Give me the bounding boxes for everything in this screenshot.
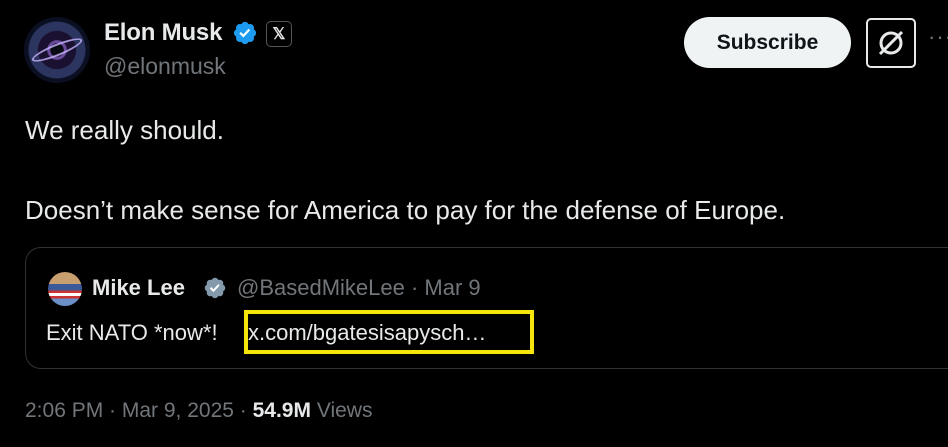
tweet-text-line-2: Doesn’t make sense for America to pay fo… xyxy=(25,195,786,225)
author-avatar[interactable] xyxy=(24,17,90,83)
views-label: Views xyxy=(310,399,373,422)
quoted-handle-date: @BasedMikeLee · Mar 9 xyxy=(237,275,481,300)
quoted-verified-badge-icon xyxy=(204,277,226,299)
quoted-link-highlight[interactable]: x.com/bgatesisapysch… xyxy=(244,310,534,354)
tweet-text-line-1: We really should. xyxy=(25,115,224,145)
grok-button[interactable] xyxy=(866,18,916,68)
quoted-link[interactable]: x.com/bgatesisapysch… xyxy=(248,320,486,346)
tweet-metadata: 2:06 PM · Mar 9, 2025 · 54.9M Views xyxy=(25,399,372,423)
quoted-tweet-text: Exit NATO *now*! xyxy=(46,320,218,345)
verified-badge-icon xyxy=(233,21,257,45)
author-name[interactable]: Elon Musk xyxy=(104,19,222,47)
more-options-icon[interactable]: ··· xyxy=(928,24,948,50)
quoted-author-avatar[interactable] xyxy=(48,272,82,306)
views-count: 54.9M xyxy=(252,399,311,422)
grok-icon xyxy=(878,30,904,56)
quoted-tweet-card[interactable]: Mike Lee @BasedMikeLee · Mar 9 Exit NATO… xyxy=(25,247,948,369)
author-handle[interactable]: @elonmusk xyxy=(104,53,226,80)
tweet-timestamp[interactable]: 2:06 PM · Mar 9, 2025 · xyxy=(25,399,253,422)
x-affiliate-badge-icon: 𝕏 xyxy=(266,21,292,47)
quoted-author-name: Mike Lee xyxy=(92,275,185,300)
subscribe-button[interactable]: Subscribe xyxy=(684,17,851,68)
